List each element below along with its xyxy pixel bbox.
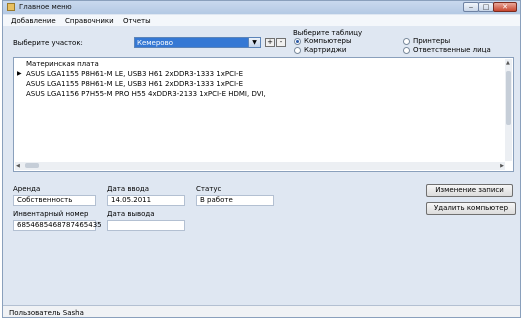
site-label: Выберите участок: — [13, 39, 83, 47]
site-combobox[interactable]: Кемерово ▼ — [134, 37, 261, 48]
main-window: Главное меню ‒ □ ✕ Добавление Справочник… — [2, 0, 521, 318]
date-in-label: Дата ввода — [107, 185, 150, 193]
status-bar: Пользователь Sasha — [3, 305, 520, 317]
vertical-scroll-thumb[interactable] — [506, 71, 511, 125]
scroll-left-icon[interactable]: ◀ — [16, 163, 20, 169]
radio-printers-label: Принтеры — [413, 37, 451, 45]
menu-directories[interactable]: Справочники — [65, 17, 114, 25]
edit-record-button[interactable]: Изменение записи — [426, 184, 513, 197]
chevron-down-icon[interactable]: ▼ — [248, 38, 260, 47]
close-button[interactable]: ✕ — [493, 2, 517, 12]
date-in-field[interactable]: 14.05.2011 — [107, 195, 185, 206]
status-field[interactable]: В работе — [196, 195, 274, 206]
inventory-field[interactable]: 6854685468787465435 — [13, 220, 102, 231]
radio-computers-label: Компьютеры — [304, 37, 352, 45]
scroll-up-icon[interactable]: ▲ — [506, 60, 510, 66]
status-label: Статус — [196, 185, 222, 193]
current-row-icon: ▶ — [17, 70, 22, 77]
radio-selected-icon — [294, 38, 301, 45]
status-user: Пользователь Sasha — [9, 309, 84, 317]
table-select-label: Выберите таблицу — [293, 29, 363, 37]
vertical-scrollbar[interactable]: ▲ — [505, 59, 512, 161]
maximize-button[interactable]: □ — [478, 2, 494, 12]
scroll-right-icon[interactable]: ▶ — [500, 163, 504, 169]
radio-unselected-icon — [294, 47, 301, 54]
lease-label: Аренда — [13, 185, 41, 193]
window-title: Главное меню — [19, 3, 72, 11]
records-list[interactable]: Материнская плата ▶ ASUS LGA1155 P8H61-M… — [13, 57, 514, 172]
minimize-button[interactable]: ‒ — [463, 2, 479, 12]
radio-unselected-icon — [403, 38, 410, 45]
date-out-field[interactable] — [107, 220, 185, 231]
delete-computer-button[interactable]: Удалить компьютер — [426, 202, 516, 215]
radio-cartridges-label: Картриджи — [304, 46, 347, 54]
inventory-label: Инвентарный номер — [13, 210, 89, 218]
menu-reports[interactable]: Отчеты — [123, 17, 151, 25]
menu-add[interactable]: Добавление — [11, 17, 56, 25]
app-icon — [7, 3, 15, 11]
horizontal-scroll-thumb[interactable] — [25, 163, 39, 168]
add-site-button[interactable]: + — [265, 38, 275, 47]
date-out-label: Дата вывода — [107, 210, 155, 218]
radio-responsible-label: Ответственные лица — [413, 46, 491, 54]
lease-field[interactable]: Собственность — [13, 195, 96, 206]
list-row[interactable]: ASUS LGA1155 P8H61-M LE, USB3 H61 2xDDR3… — [26, 80, 243, 88]
title-bar[interactable]: Главное меню ‒ □ ✕ — [3, 1, 520, 14]
list-header: Материнская плата — [26, 60, 99, 68]
radio-unselected-icon — [403, 47, 410, 54]
menu-bar: Добавление Справочники Отчеты — [3, 15, 520, 26]
remove-site-button[interactable]: - — [276, 38, 286, 47]
site-combobox-value: Кемерово — [137, 39, 173, 47]
horizontal-scrollbar[interactable]: ◀ ▶ — [15, 162, 505, 170]
list-row[interactable]: ASUS LGA1156 P7H55-M PRO H55 4xDDR3-2133… — [26, 90, 266, 98]
list-row[interactable]: ASUS LGA1155 P8H61-M LE, USB3 H61 2xDDR3… — [26, 70, 243, 78]
